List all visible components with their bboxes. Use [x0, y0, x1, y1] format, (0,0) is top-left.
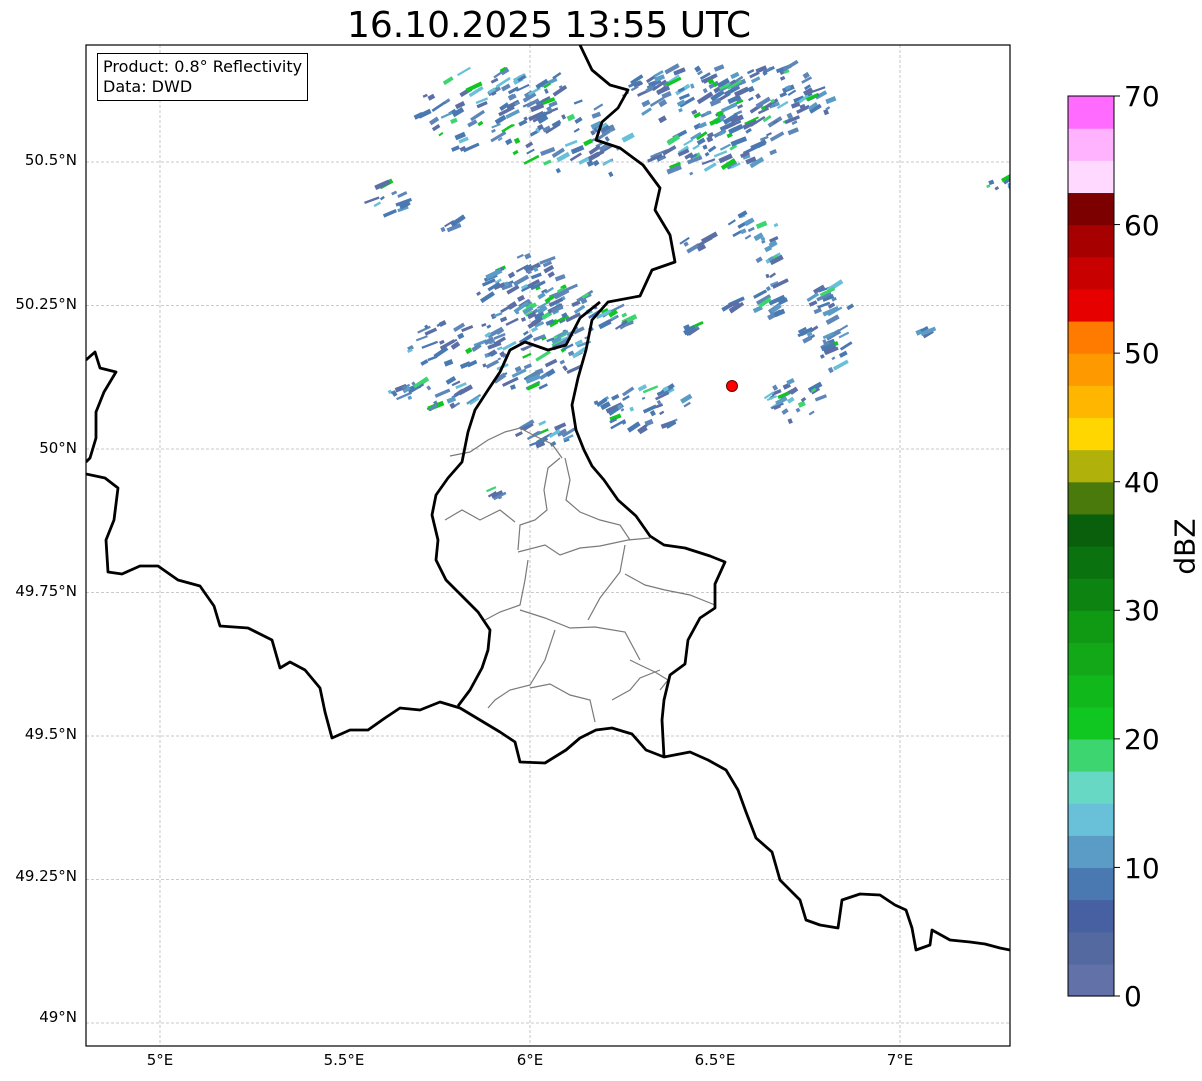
- colorbar-segment: [1068, 578, 1114, 611]
- colorbar-segment: [1068, 321, 1114, 354]
- x-tick-label: 5.5°E: [323, 1051, 365, 1069]
- y-tick-label: 50.5°N: [24, 151, 77, 169]
- y-tick-label: 49.5°N: [24, 725, 77, 743]
- product-label: Product: 0.8° Reflectivity: [103, 57, 303, 76]
- y-tick-label: 49°N: [39, 1008, 77, 1026]
- colorbar-tick-label: 40: [1124, 466, 1160, 499]
- colorbar-segment: [1068, 867, 1114, 901]
- colorbar-segment: [1068, 513, 1114, 547]
- colorbar-tick-label: 20: [1124, 723, 1160, 756]
- colorbar-segment: [1068, 353, 1114, 386]
- x-tick-label: 6.5°E: [694, 1051, 736, 1069]
- colorbar-segment: [1068, 192, 1114, 226]
- map-title: 16.10.2025 13:55 UTC: [346, 5, 752, 46]
- colorbar-tick-label: 70: [1124, 80, 1160, 113]
- colorbar-segment: [1068, 674, 1114, 708]
- colorbar-segment: [1068, 481, 1114, 515]
- colorbar-tick-label: 50: [1124, 337, 1160, 370]
- colorbar-tick-label: 0: [1124, 980, 1142, 1013]
- colorbar-segment: [1068, 738, 1114, 772]
- colorbar-segment: [1068, 803, 1114, 836]
- x-tick-label: 6°E: [516, 1051, 544, 1069]
- colorbar-segment: [1068, 417, 1114, 451]
- colorbar-segment: [1068, 385, 1114, 419]
- colorbar-tick-marks: [1114, 95, 1120, 997]
- radar-site-marker: [726, 380, 738, 392]
- info-box: Product: 0.8° Reflectivity Data: DWD: [97, 53, 309, 101]
- colorbar-segment: [1068, 128, 1114, 161]
- x-tick-label: 5°E: [146, 1051, 174, 1069]
- colorbar-segment: [1068, 256, 1114, 290]
- x-tick-label: 7°E: [886, 1051, 914, 1069]
- colorbar-segment: [1068, 931, 1114, 965]
- colorbar-segment: [1068, 963, 1114, 997]
- colorbar-segment: [1068, 160, 1114, 194]
- colorbar-tick-label: 60: [1124, 209, 1160, 242]
- colorbar-tick-label: 30: [1124, 594, 1160, 627]
- colorbar-segment: [1068, 288, 1114, 322]
- colorbar-segment: [1068, 610, 1114, 644]
- y-tick-label: 49.25°N: [15, 867, 77, 885]
- colorbar-segment: [1068, 835, 1114, 869]
- colorbar-unit-label: dBZ: [1168, 518, 1202, 575]
- colorbar-segment: [1068, 96, 1114, 129]
- colorbar-segment: [1068, 546, 1114, 579]
- y-tick-label: 50°N: [39, 439, 77, 457]
- colorbar-segment: [1068, 899, 1114, 933]
- colorbar-segment: [1068, 706, 1114, 740]
- colorbar-segment: [1068, 771, 1114, 804]
- colorbar-segment: [1068, 642, 1114, 676]
- y-tick-label: 50.25°N: [15, 295, 77, 313]
- colorbar-segment: [1068, 224, 1114, 258]
- data-source-label: Data: DWD: [103, 77, 193, 96]
- colorbar-segment: [1068, 449, 1114, 483]
- colorbar: [1068, 96, 1114, 997]
- radar-map: [85, 44, 1120, 1047]
- y-tick-label: 49.75°N: [15, 582, 77, 600]
- colorbar-tick-label: 10: [1124, 852, 1160, 885]
